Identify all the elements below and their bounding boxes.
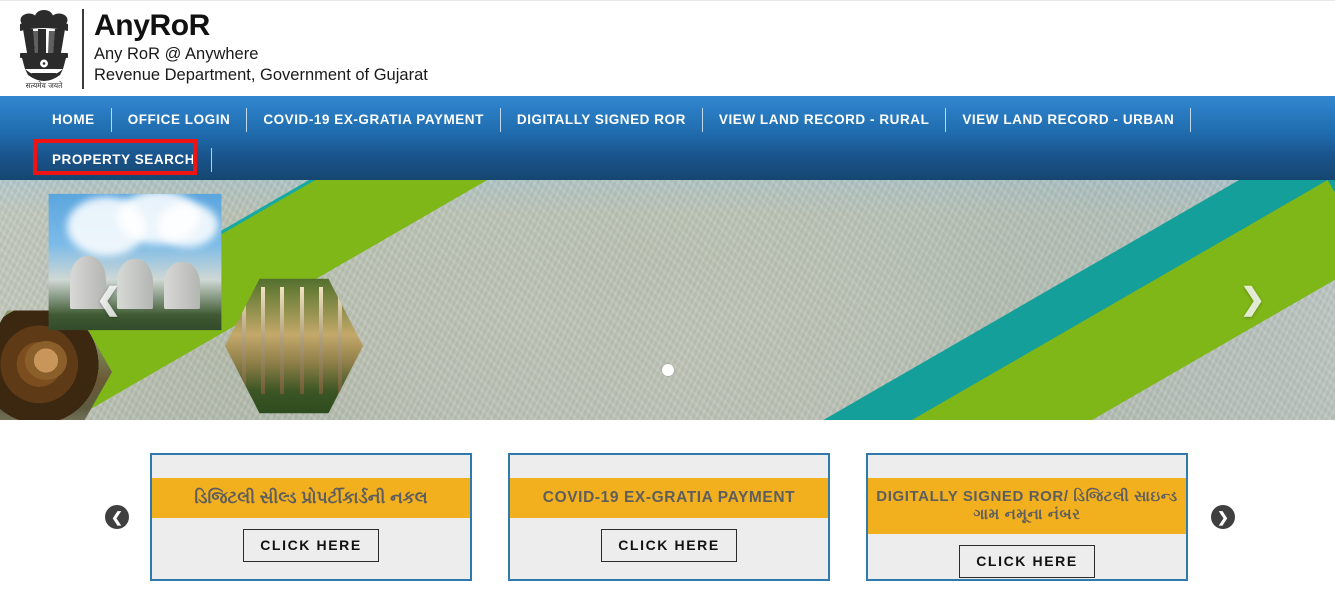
nav-row-primary: HOME OFFICE LOGIN COVID-19 EX-GRATIA PAY… (36, 104, 1335, 136)
power-plant-image-tile (48, 193, 222, 331)
banner-prev-icon[interactable]: ❮ (96, 285, 121, 315)
service-card-property-card-copy[interactable]: ડિજિટલી સીલ્ડ પ્રોપર્ટીકાર્ડની નકલ CLICK… (150, 453, 472, 581)
nav-item-covid-19-ex-gratia-payment[interactable]: COVID-19 EX-GRATIA PAYMENT (247, 104, 500, 136)
banner-carousel-indicators (0, 364, 1335, 376)
hero-banner-carousel: ❮ ❯ (0, 180, 1335, 420)
card-top-spacer (868, 455, 1186, 478)
banner-indicator-dot[interactable] (661, 364, 674, 376)
card-top-spacer (152, 455, 470, 478)
card-action-area: CLICK HERE (510, 518, 828, 579)
nav-separator (1190, 108, 1192, 132)
card-action-area: CLICK HERE (152, 518, 470, 579)
cards-prev-button[interactable]: ❮ (105, 505, 129, 529)
service-card-covid-ex-gratia[interactable]: COVID-19 EX-GRATIA PAYMENT CLICK HERE (508, 453, 830, 581)
banner-next-icon[interactable]: ❯ (1240, 285, 1265, 315)
india-national-emblem-icon: सत्यमेव जयते (8, 3, 80, 95)
service-cards-carousel: ❮ ડિજિટલી સીલ્ડ પ્રોપર્ટીકાર્ડની નકલ CLI… (0, 420, 1335, 595)
site-brand-subtitle-2: Revenue Department, Government of Gujara… (94, 65, 428, 84)
nav-item-office-login[interactable]: OFFICE LOGIN (112, 104, 247, 136)
card-title: DIGITALLY SIGNED ROR/ ડિજિટલી સાઇન્ડ ગામ… (868, 478, 1186, 534)
emblem-motto-text: सत्यमेव जयते (26, 81, 64, 90)
card-title: COVID-19 EX-GRATIA PAYMENT (510, 478, 828, 518)
site-brand-subtitle-1: Any RoR @ Anywhere (94, 44, 259, 63)
card-action-area: CLICK HERE (868, 534, 1186, 579)
site-header: सत्यमेव जयते AnyRoR Any RoR @ Anywhere R… (0, 0, 1335, 96)
nav-item-home[interactable]: HOME (36, 104, 111, 136)
card-title: ડિજિટલી સીલ્ડ પ્રોપર્ટીકાર્ડની નકલ (152, 478, 470, 518)
page-root: सत्यमेव जयते AnyRoR Any RoR @ Anywhere R… (0, 0, 1335, 595)
main-navigation: HOME OFFICE LOGIN COVID-19 EX-GRATIA PAY… (0, 96, 1335, 180)
service-cards-row: ડિજિટલી સીલ્ડ પ્રોપર્ટીકાર્ડની નકલ CLICK… (150, 453, 1188, 581)
nav-separator (211, 148, 213, 172)
click-here-button[interactable]: CLICK HERE (959, 545, 1095, 578)
nav-item-property-search[interactable]: PROPERTY SEARCH (36, 144, 211, 176)
nav-item-view-land-record-rural[interactable]: VIEW LAND RECORD - RURAL (703, 104, 945, 136)
header-titles: AnyRoR Any RoR @ Anywhere Revenue Depart… (94, 9, 428, 86)
nav-row-secondary: PROPERTY SEARCH (36, 144, 1335, 176)
cards-next-button[interactable]: ❯ (1211, 505, 1235, 529)
site-brand-title: AnyRoR (94, 9, 210, 43)
card-top-spacer (510, 455, 828, 478)
click-here-button[interactable]: CLICK HERE (243, 529, 379, 562)
service-card-digitally-signed-ror[interactable]: DIGITALLY SIGNED ROR/ ડિજિટલી સાઇન્ડ ગામ… (866, 453, 1188, 581)
nav-item-view-land-record-urban[interactable]: VIEW LAND RECORD - URBAN (946, 104, 1190, 136)
nav-item-digitally-signed-ror[interactable]: DIGITALLY SIGNED ROR (501, 104, 702, 136)
header-divider (82, 8, 84, 89)
click-here-button[interactable]: CLICK HERE (601, 529, 737, 562)
